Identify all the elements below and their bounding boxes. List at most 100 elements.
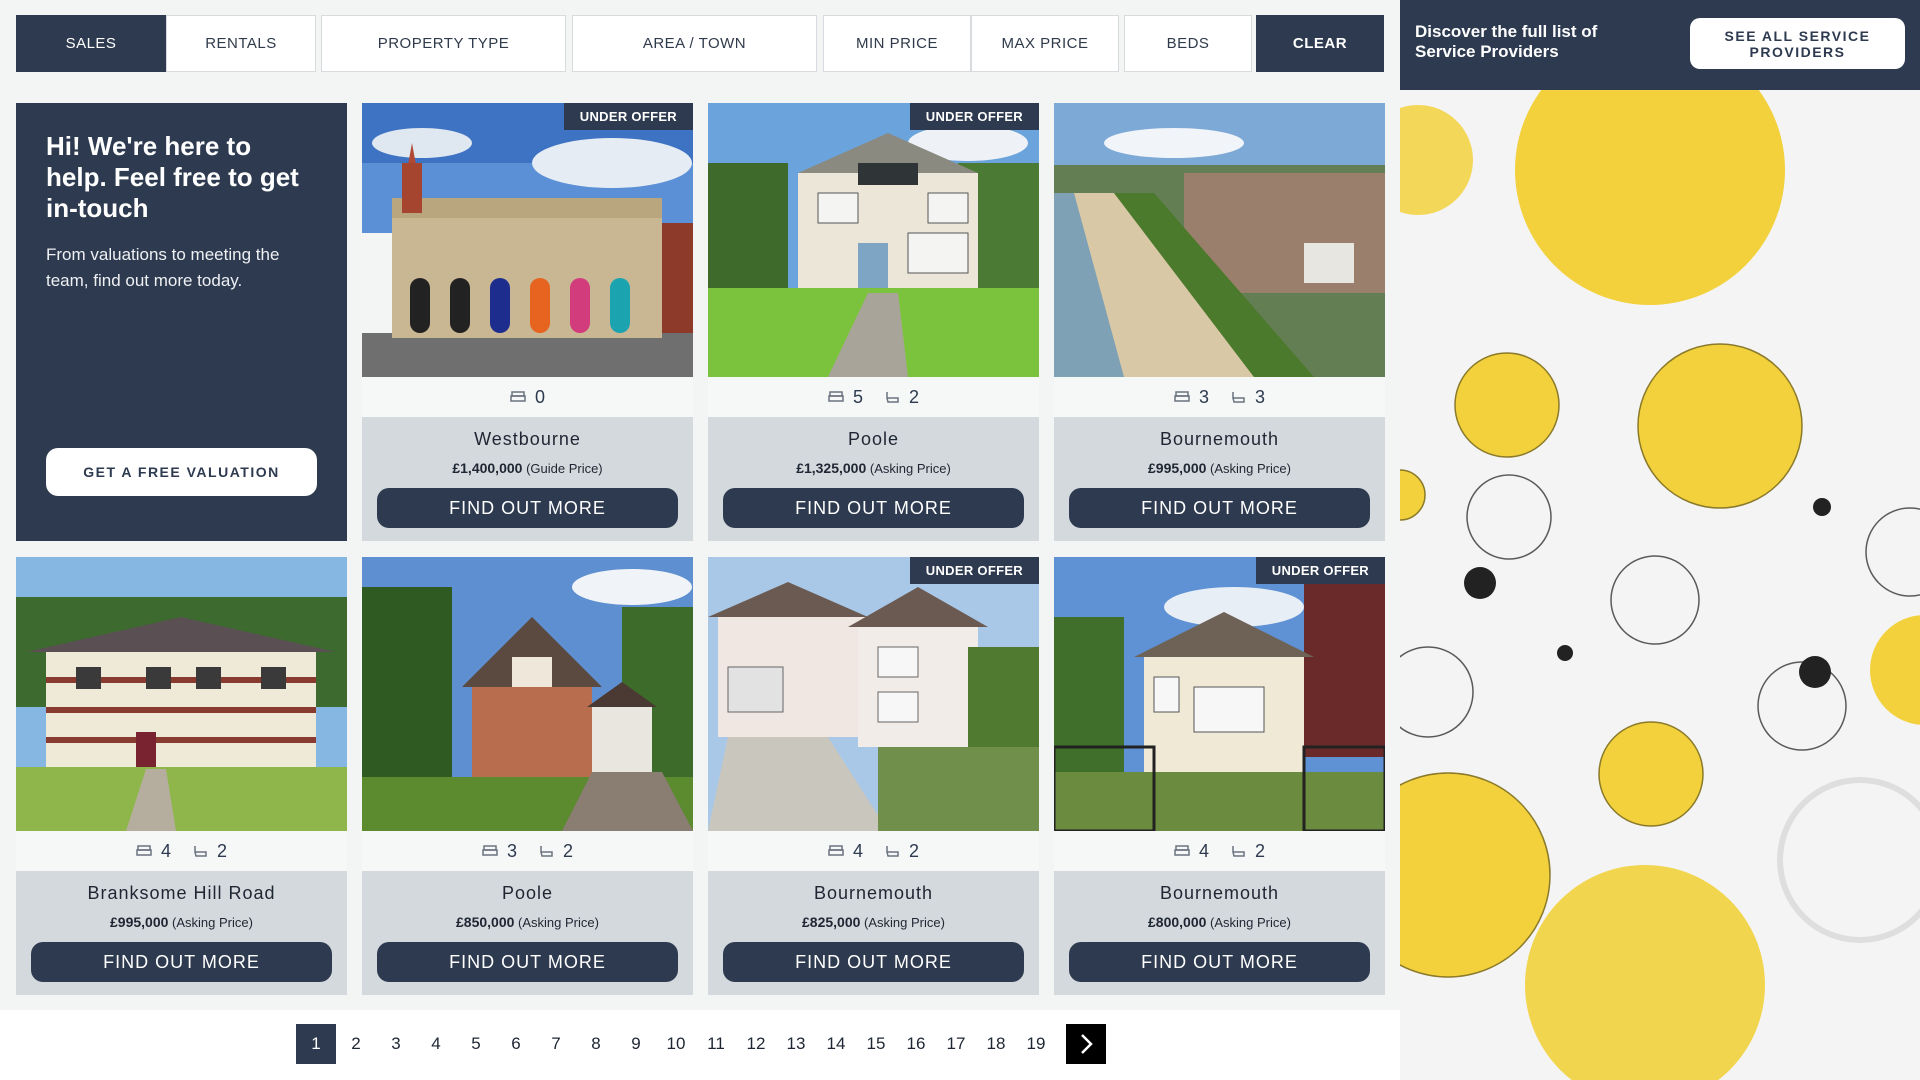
property-info: Bournemouth £800,000 (Asking Price) FIND… xyxy=(1054,871,1385,995)
price-qualifier: (Asking Price) xyxy=(1210,915,1291,930)
page-link-10[interactable]: 10 xyxy=(656,1024,696,1064)
property-photo[interactable]: UNDER OFFER xyxy=(1054,557,1385,831)
contact-promo-card: Hi! We're here to help. Feel free to get… xyxy=(16,103,347,541)
find-out-more-button[interactable]: FIND OUT MORE xyxy=(723,942,1024,982)
page-link-1[interactable]: 1 xyxy=(296,1024,336,1064)
clear-filters-button[interactable]: CLEAR xyxy=(1256,15,1384,72)
filter-sales[interactable]: SALES xyxy=(16,15,166,72)
find-out-more-button[interactable]: FIND OUT MORE xyxy=(377,942,678,982)
find-out-more-button[interactable]: FIND OUT MORE xyxy=(377,488,678,528)
bath-count: 2 xyxy=(563,840,574,861)
bed-icon xyxy=(828,391,844,402)
property-features: 0 xyxy=(362,377,693,417)
property-price: £825,000 xyxy=(802,914,861,930)
bath-count: 2 xyxy=(909,386,920,407)
bed-icon xyxy=(1174,391,1190,402)
property-price-line: £1,400,000 (Guide Price) xyxy=(362,460,693,476)
page-link-14[interactable]: 14 xyxy=(816,1024,856,1064)
find-out-more-button[interactable]: FIND OUT MORE xyxy=(1069,942,1370,982)
page-link-11[interactable]: 11 xyxy=(696,1024,736,1064)
bed-count: 3 xyxy=(1198,386,1209,407)
filter-max-price[interactable]: MAX PRICE xyxy=(971,15,1119,72)
page-link-4[interactable]: 4 xyxy=(416,1024,456,1064)
page-link-2[interactable]: 2 xyxy=(336,1024,376,1064)
property-price: £1,325,000 xyxy=(796,460,867,476)
property-photo[interactable] xyxy=(1054,103,1385,377)
property-photo[interactable]: UNDER OFFER xyxy=(708,103,1039,377)
see-all-service-providers-button[interactable]: SEE ALL SERVICE PROVIDERS xyxy=(1690,18,1905,69)
bed-icon xyxy=(136,845,152,856)
property-town: Bournemouth xyxy=(1159,429,1280,449)
price-qualifier: (Asking Price) xyxy=(864,915,945,930)
property-town: Bournemouth xyxy=(813,883,934,903)
page-link-16[interactable]: 16 xyxy=(896,1024,936,1064)
filter-rentals[interactable]: RENTALS xyxy=(166,15,316,72)
page-link-17[interactable]: 17 xyxy=(936,1024,976,1064)
property-card[interactable]: UNDER OFFER 5 2 Poole £1,325,000 (Asking… xyxy=(708,103,1039,541)
page-link-13[interactable]: 13 xyxy=(776,1024,816,1064)
page-link-19[interactable]: 19 xyxy=(1016,1024,1056,1064)
property-price-line: £1,325,000 (Asking Price) xyxy=(708,460,1039,476)
property-info: Bournemouth £995,000 (Asking Price) FIND… xyxy=(1054,417,1385,541)
price-qualifier: (Asking Price) xyxy=(869,461,951,476)
property-photo[interactable] xyxy=(16,557,347,831)
property-town: Westbourne xyxy=(474,429,581,449)
bed-icon xyxy=(828,845,844,856)
property-info: Bournemouth £825,000 (Asking Price) FIND… xyxy=(708,871,1039,995)
property-card[interactable]: 3 2 Poole £850,000 (Asking Price) FIND O… xyxy=(362,557,693,995)
page-link-3[interactable]: 3 xyxy=(376,1024,416,1064)
page-list: 1 2 3 4 5 6 7 8 9 10 11 12 13 14 15 16 1… xyxy=(296,1024,1106,1064)
page-link-6[interactable]: 6 xyxy=(496,1024,536,1064)
property-photo[interactable] xyxy=(362,557,693,831)
property-price-line: £850,000 (Asking Price) xyxy=(362,914,693,930)
status-badge: UNDER OFFER xyxy=(909,557,1039,584)
property-photo[interactable]: UNDER OFFER xyxy=(362,103,693,377)
property-price-line: £800,000 (Asking Price) xyxy=(1054,914,1385,930)
page-link-15[interactable]: 15 xyxy=(856,1024,896,1064)
page-link-5[interactable]: 5 xyxy=(456,1024,496,1064)
bed-count: 3 xyxy=(506,840,517,861)
page-link-8[interactable]: 8 xyxy=(576,1024,616,1064)
property-card[interactable]: UNDER OFFER 0 Westbourne £1,400,000 (Gui… xyxy=(362,103,693,541)
filter-property-type[interactable]: PROPERTY TYPE xyxy=(321,15,566,72)
find-out-more-button[interactable]: FIND OUT MORE xyxy=(723,488,1024,528)
service-providers-panel: Discover the full list of Service Provid… xyxy=(1400,0,1920,1080)
property-card[interactable]: 3 3 Bournemouth £995,000 (Asking Price) … xyxy=(1054,103,1385,541)
page-link-12[interactable]: 12 xyxy=(736,1024,776,1064)
property-features: 3 2 xyxy=(362,831,693,871)
filter-area-town[interactable]: AREA / TOWN xyxy=(572,15,817,72)
property-price-line: £995,000 (Asking Price) xyxy=(16,914,347,930)
bed-count: 4 xyxy=(852,840,863,861)
free-valuation-button[interactable]: GET A FREE VALUATION xyxy=(46,448,317,496)
property-card[interactable]: UNDER OFFER 4 2 Bournemouth £825,000 (As… xyxy=(708,557,1039,995)
bath-icon xyxy=(540,845,553,857)
property-features: 4 2 xyxy=(16,831,347,871)
property-card[interactable]: 4 2 Branksome Hill Road £995,000 (Asking… xyxy=(16,557,347,995)
filter-min-price[interactable]: MIN PRICE xyxy=(823,15,971,72)
page-link-18[interactable]: 18 xyxy=(976,1024,1016,1064)
property-photo[interactable]: UNDER OFFER xyxy=(708,557,1039,831)
next-page-button[interactable] xyxy=(1066,1024,1106,1064)
main-content: SALES RENTALS PROPERTY TYPE AREA / TOWN … xyxy=(0,0,1400,1080)
bath-icon xyxy=(886,391,899,403)
property-town: Bournemouth xyxy=(1159,883,1280,903)
find-out-more-button[interactable]: FIND OUT MORE xyxy=(1069,488,1370,528)
bed-icon xyxy=(1174,845,1190,856)
find-out-more-button[interactable]: FIND OUT MORE xyxy=(31,942,332,982)
bed-icon xyxy=(482,845,498,856)
page-link-7[interactable]: 7 xyxy=(536,1024,576,1064)
property-price: £850,000 xyxy=(456,914,515,930)
bath-icon xyxy=(194,845,207,857)
decorative-pattern xyxy=(1400,90,1920,1080)
price-qualifier: (Guide Price) xyxy=(526,461,603,476)
property-price: £995,000 xyxy=(110,914,169,930)
property-town: Branksome Hill Road xyxy=(87,883,276,903)
filter-beds[interactable]: BEDS xyxy=(1124,15,1252,72)
status-badge: UNDER OFFER xyxy=(909,103,1039,130)
price-qualifier: (Asking Price) xyxy=(1210,461,1291,476)
property-price: £995,000 xyxy=(1148,460,1207,476)
property-card[interactable]: UNDER OFFER 4 2 Bournemouth £800,000 (As… xyxy=(1054,557,1385,995)
pagination: 1 2 3 4 5 6 7 8 9 10 11 12 13 14 15 16 1… xyxy=(0,1010,1400,1080)
filter-bar: SALES RENTALS PROPERTY TYPE AREA / TOWN … xyxy=(16,15,1384,72)
page-link-9[interactable]: 9 xyxy=(616,1024,656,1064)
